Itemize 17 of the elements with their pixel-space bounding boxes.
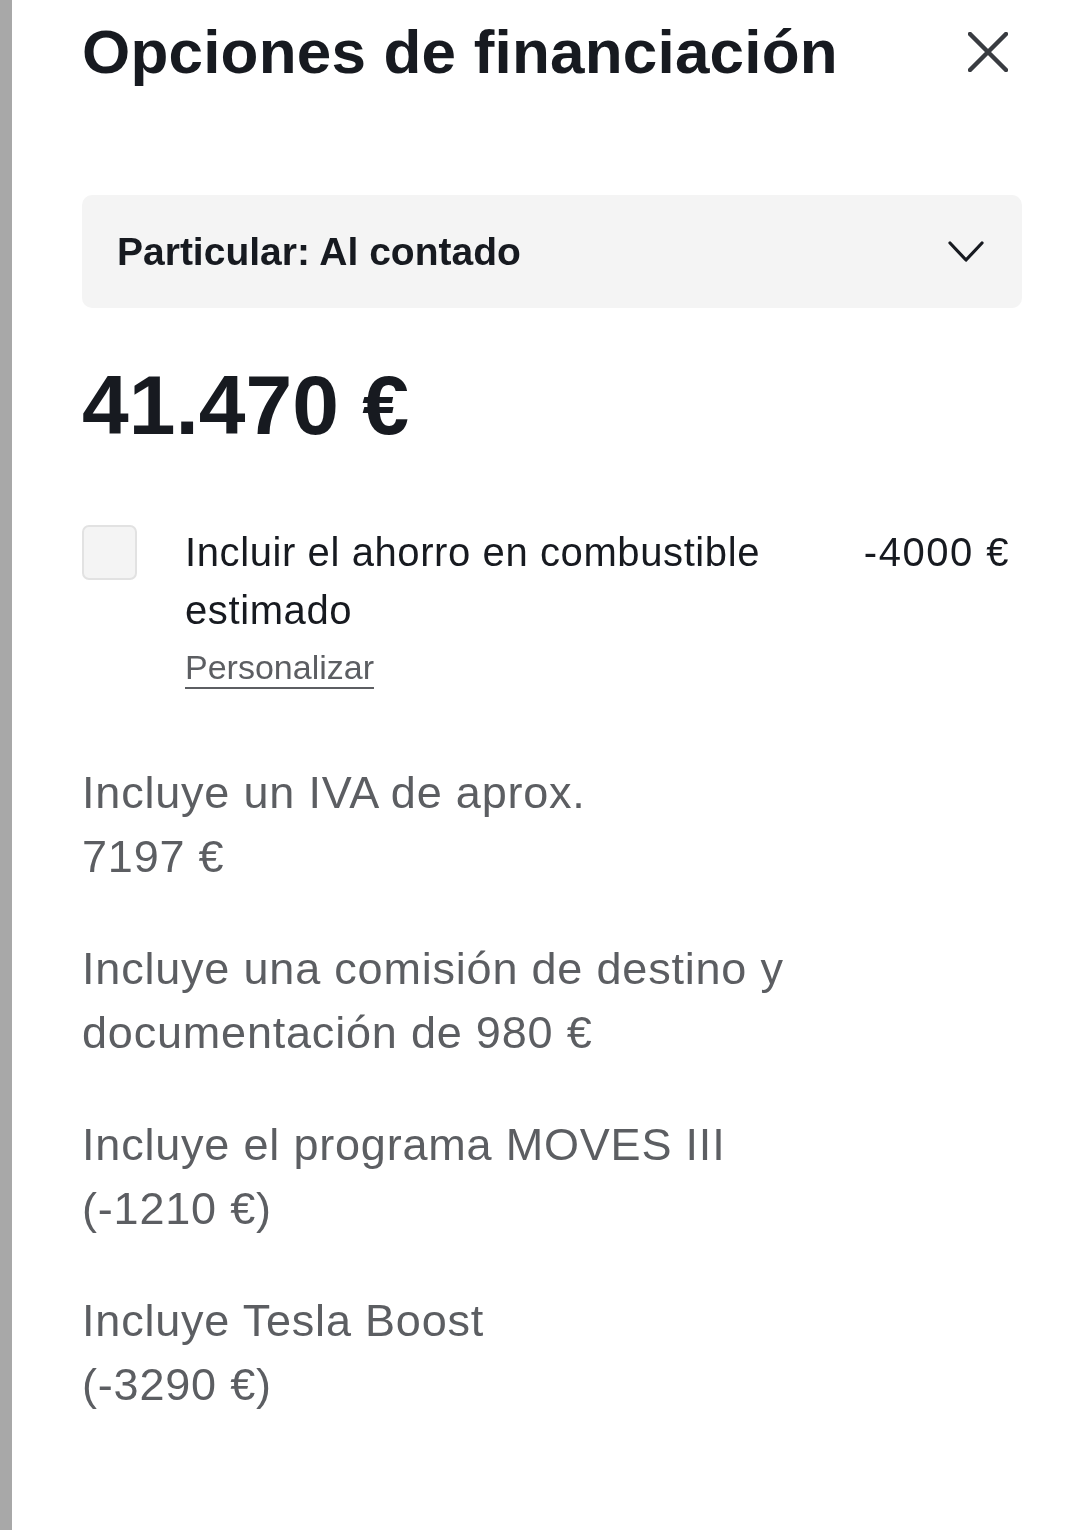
price-amount: 41.470 € <box>82 357 410 454</box>
note-amount: (-3290 €) <box>82 1358 273 1412</box>
note-text: Incluye Tesla Boost <box>82 1294 486 1348</box>
fuel-savings-amount: -4000 € <box>863 529 1010 576</box>
close-button[interactable] <box>966 30 1010 74</box>
dialog-title: Opciones de financiación <box>82 16 838 88</box>
fuel-savings-label: Incluir el ahorro en combustible estimado <box>185 529 762 634</box>
note-text: Incluye el programa MOVES III <box>82 1118 727 1172</box>
customize-link[interactable]: Personalizar <box>185 647 374 687</box>
financing-dropdown[interactable]: Particular: Al contado <box>82 195 1022 308</box>
fuel-savings-checkbox[interactable] <box>82 525 137 580</box>
note-amount: 7197 € <box>82 830 226 884</box>
note-text: Incluye un IVA de aprox. <box>82 766 587 820</box>
note-text: Incluye una comisión de destino y documentación de 980 € <box>82 942 785 1060</box>
note-amount: (-1210 €) <box>82 1182 273 1236</box>
close-icon <box>968 32 1008 72</box>
chevron-down-icon <box>948 240 984 263</box>
